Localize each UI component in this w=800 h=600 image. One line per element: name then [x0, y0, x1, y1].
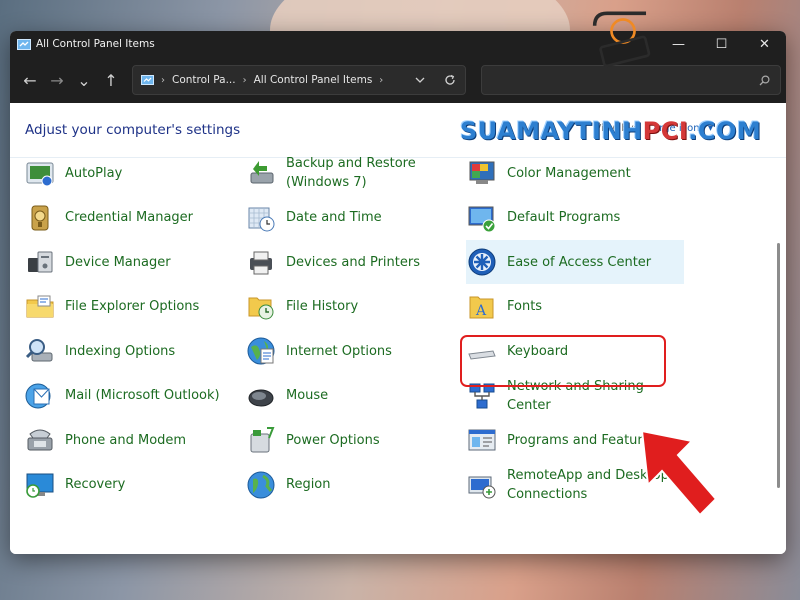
refresh-icon[interactable]: [435, 74, 465, 86]
vertical-scrollbar[interactable]: [777, 243, 780, 488]
power-icon: [250, 427, 275, 453]
back-button[interactable]: ←: [18, 68, 42, 92]
page-title: Adjust your computer's settings: [25, 122, 241, 138]
control-panel-item[interactable]: Ease of Access Center: [466, 240, 684, 284]
item-label: Indexing Options: [65, 343, 176, 359]
calendar-clock-icon: [248, 207, 275, 231]
file-history-icon: [248, 297, 274, 319]
close-button[interactable]: ✕: [743, 31, 786, 57]
control-panel-window: All Control Panel Items — ☐ ✕ ← → ⌄ ↑ › …: [10, 31, 786, 554]
control-panel-item[interactable]: A Fonts: [466, 285, 676, 329]
item-label: File Explorer Options: [65, 299, 200, 314]
credential-icon: [31, 205, 49, 230]
title-bar: All Control Panel Items — ☐ ✕: [10, 31, 786, 57]
fonts-folder-icon: A: [469, 296, 494, 319]
control-panel-item[interactable]: Backup and Restore (Windows 7): [245, 151, 455, 195]
item-label: Mail (Microsoft Outlook): [65, 388, 220, 403]
folder-options-icon: [26, 295, 54, 317]
item-label: Mouse: [286, 388, 329, 403]
control-panel-icon: [17, 38, 31, 50]
programs-icon: [468, 429, 496, 451]
item-label: Fonts: [507, 299, 543, 314]
maximize-button[interactable]: ☐: [700, 31, 743, 57]
item-label: Date and Time: [286, 210, 382, 225]
search-icon[interactable]: [759, 74, 770, 86]
window-title: All Control Panel Items: [36, 38, 155, 50]
recent-locations-button[interactable]: ⌄: [72, 68, 96, 92]
watermark-accent: PCI: [642, 117, 689, 145]
printer-icon: [250, 251, 272, 275]
search-input[interactable]: [482, 74, 759, 86]
color-management-icon: [469, 161, 495, 184]
recovery-icon: [26, 473, 54, 498]
device-manager-icon: [28, 251, 53, 273]
breadcrumb-all-items[interactable]: All Control Panel Items: [254, 74, 373, 86]
region-icon: [247, 471, 275, 498]
item-label: Internet Options: [286, 343, 392, 359]
autoplay-icon: [26, 162, 54, 187]
control-panel-item[interactable]: Indexing Options: [24, 329, 234, 373]
control-panel-item[interactable]: Default Programs: [466, 196, 676, 240]
address-bar[interactable]: › Control Pa... › All Control Panel Item…: [132, 65, 466, 95]
control-panel-item[interactable]: Mouse: [245, 374, 455, 418]
item-label: Device Manager: [65, 254, 171, 270]
watermark-suffix: .COM: [688, 117, 762, 145]
remoteapp-icon: [468, 476, 496, 498]
item-label: Devices and Printers: [286, 254, 420, 270]
pci-logo-icon: [592, 11, 651, 68]
item-label: AutoPlay: [65, 165, 123, 181]
forward-button[interactable]: →: [45, 68, 69, 92]
breadcrumb-separator: ›: [242, 74, 247, 86]
control-panel-item[interactable]: Power Options: [245, 418, 455, 462]
item-label: Phone and Modem: [65, 432, 187, 448]
control-panel-item[interactable]: Credential Manager: [24, 196, 234, 240]
item-label: Backup and Restore (Windows 7): [286, 156, 416, 190]
breadcrumb-control-panel[interactable]: Control Pa...: [172, 74, 236, 86]
item-label: File History: [286, 299, 359, 314]
ease-of-access-icon: [468, 248, 496, 276]
window-controls: — ☐ ✕: [657, 31, 786, 57]
control-panel-item[interactable]: Recovery: [24, 463, 234, 507]
mouse-icon: [248, 389, 274, 406]
control-panel-item[interactable]: File History: [245, 285, 455, 329]
watermark-main: SUAMAYTINH: [460, 117, 643, 145]
control-panel-item[interactable]: Devices and Printers: [245, 240, 455, 284]
mail-icon: [25, 383, 51, 408]
breadcrumb-separator: ›: [161, 74, 165, 86]
backup-icon: [250, 161, 274, 184]
phone-icon: [27, 429, 53, 451]
control-panel-item[interactable]: Phone and Modem: [24, 418, 234, 462]
navigation-bar: ← → ⌄ ↑ › Control Pa... › All Control Pa…: [10, 57, 786, 103]
item-label: Ease of Access Center: [507, 254, 652, 270]
item-label: Recovery: [65, 477, 126, 492]
item-label: Color Management: [507, 165, 631, 181]
highlight-annotation: [460, 335, 666, 387]
control-panel-icon: [141, 75, 154, 85]
control-panel-item[interactable]: AutoPlay: [24, 151, 234, 195]
minimize-button[interactable]: —: [657, 31, 700, 57]
control-panel-item[interactable]: Color Management: [466, 151, 676, 195]
up-button[interactable]: ↑: [99, 68, 123, 92]
svg-text:A: A: [475, 303, 487, 319]
address-actions: [405, 74, 465, 86]
item-label: Power Options: [286, 432, 380, 448]
default-programs-icon: [468, 206, 496, 232]
watermark-text: SUAMAYTINHPCI.COM: [460, 117, 761, 145]
header-row: Adjust your computer's settings View by:…: [10, 103, 786, 158]
chevron-down-icon[interactable]: [405, 77, 435, 83]
item-label: Default Programs: [507, 210, 621, 225]
indexing-icon: [25, 339, 53, 362]
control-panel-item[interactable]: Device Manager: [24, 240, 234, 284]
content-area: Adjust your computer's settings View by:…: [10, 103, 786, 554]
control-panel-item[interactable]: Region: [245, 463, 455, 507]
control-panel-item[interactable]: Internet Options: [245, 329, 455, 373]
globe-icon: [247, 337, 275, 365]
item-label: Credential Manager: [65, 210, 194, 225]
breadcrumb-separator: ›: [379, 74, 384, 86]
control-panel-item[interactable]: Mail (Microsoft Outlook): [24, 374, 234, 418]
item-label: Region: [286, 477, 331, 492]
red-arrow-icon: [640, 429, 718, 517]
control-panel-item[interactable]: Date and Time: [245, 196, 455, 240]
control-panel-item[interactable]: File Explorer Options: [24, 285, 234, 329]
